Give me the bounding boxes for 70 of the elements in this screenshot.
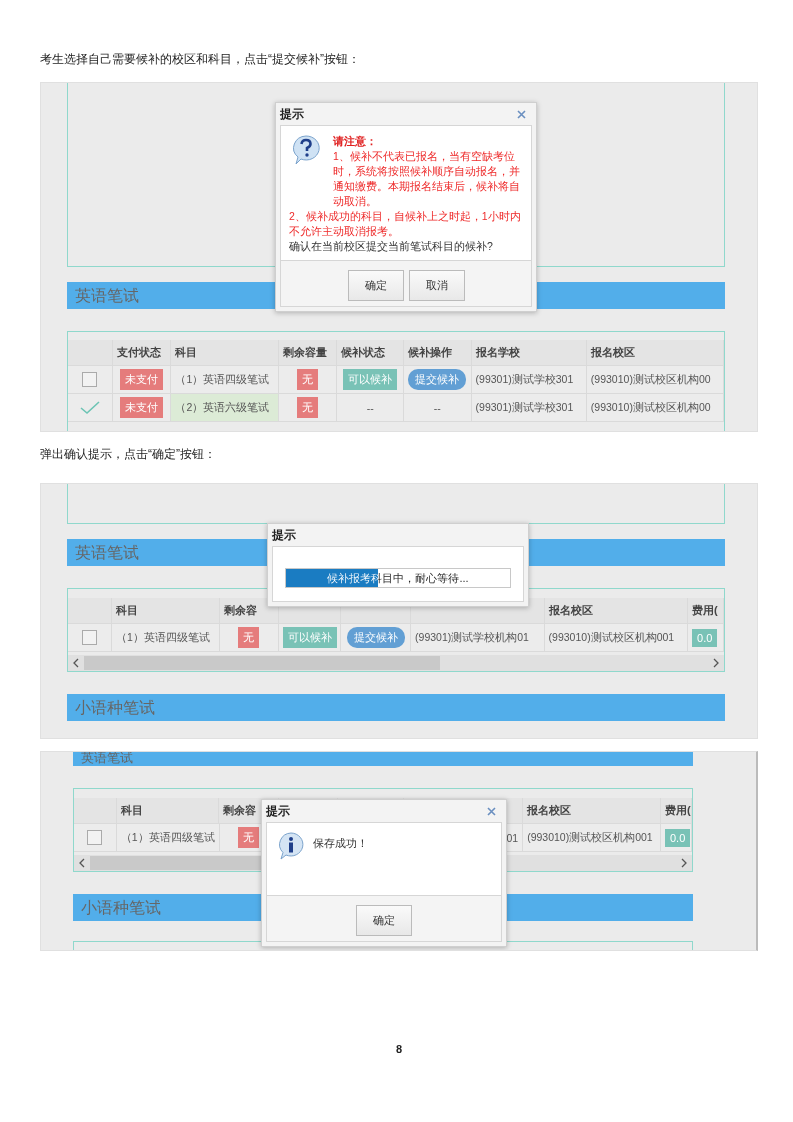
table-cell: (99301)测试学校301 — [475, 400, 574, 415]
column-header: 候补状态 — [341, 345, 386, 360]
status-badge: 无 — [297, 397, 319, 418]
scroll-right-icon[interactable] — [680, 858, 688, 868]
column-header: 候补操作 — [408, 345, 452, 360]
dialog-button[interactable]: 取消 — [408, 270, 465, 301]
column-header: 科目 — [120, 803, 143, 818]
scroll-left-icon[interactable] — [78, 858, 86, 868]
status-badge: 可以候补 — [283, 627, 338, 648]
table-row[interactable]: 未支付 （2）英语六级笔试 无 -- -- (99301)测试学校301 (993010)测试校区机构00 — [68, 394, 724, 422]
notice-text: 1、候补不代表已报名，当有空缺考位时，系统将按照候补顺序自动报名，并通知缴费。本期报名结束后，候补将自动取消。 — [333, 149, 521, 209]
table-row[interactable]: 未支付 （1）英语四级笔试 无 可以候补 提交候补 (99301)测试学校301 (993010)测试校区机构00 — [68, 366, 724, 394]
section-header: 英语笔试 — [73, 752, 693, 766]
status-badge: 无 — [297, 369, 319, 390]
column-header: 报名校区 — [526, 803, 571, 818]
column-header: 剩余容量 — [282, 345, 327, 360]
table-cell: (993010)测试校区机构001 — [527, 830, 653, 845]
column-header: 剩余容 — [223, 603, 257, 618]
table-cell: (993010)测试校区机构001 — [548, 630, 675, 645]
notice-text: 2、候补成功的科目，自候补上之时起，1小时内不允许主动取消报考。 — [289, 209, 522, 239]
status-badge: 无 — [238, 627, 260, 648]
info-icon — [277, 831, 305, 861]
column-header: 科目 — [115, 603, 138, 618]
question-icon — [291, 134, 321, 166]
scroll-right-icon[interactable] — [712, 658, 720, 668]
column-header: 费用( — [692, 603, 718, 618]
column-header: 报名校区 — [548, 603, 593, 618]
status-badge: 未支付 — [120, 397, 164, 418]
table-cell: -- — [433, 401, 441, 414]
confirm-question: 确认在当前校区提交当前笔试科目的候补? — [289, 239, 494, 254]
notice-heading: 请注意： — [333, 134, 378, 149]
column-header: 剩余容 — [223, 803, 257, 818]
table-cell: (99301)测试学校301 — [475, 372, 574, 387]
table-cell: 01 — [506, 831, 519, 844]
table-cell: （2）英语六级笔试 — [175, 400, 270, 415]
table-row[interactable]: （1）英语四级笔试 无 可以候补 提交候补 (99301)测试学校机构01 (993010)测试校区机构001 0.0 — [68, 624, 724, 652]
status-badge: 无 — [238, 827, 260, 848]
table-cell: （1）英语四级笔试 — [115, 630, 210, 645]
checkbox[interactable] — [87, 830, 103, 845]
scroll-left-icon[interactable] — [72, 658, 80, 668]
instruction-text: 弹出确认提示，点击“确定”按钮： — [40, 446, 216, 462]
column-header: 费用( — [665, 803, 691, 818]
table-cell: （1）英语四级笔试 — [120, 830, 215, 845]
dialog-title: 提示 — [280, 105, 304, 123]
fee-badge: 0.0 — [692, 628, 718, 647]
close-icon[interactable] — [517, 109, 526, 119]
table-cell: （1）英语四级笔试 — [175, 372, 270, 387]
status-badge: 未支付 — [120, 369, 164, 390]
table-cell: (993010)测试校区机构00 — [590, 372, 711, 387]
checkbox[interactable] — [81, 630, 97, 645]
horizontal-scrollbar[interactable] — [68, 655, 724, 671]
dialog-title: 提示 — [266, 802, 290, 820]
status-badge: 可以候补 — [343, 369, 398, 390]
dialog-button[interactable]: 确定 — [356, 905, 412, 936]
page-number: 8 — [394, 1043, 404, 1055]
instruction-text: 考生选择自己需要候补的校区和科目，点击“提交候补”按钮： — [40, 51, 360, 67]
checkbox[interactable] — [82, 372, 98, 387]
close-icon[interactable] — [487, 806, 496, 816]
column-header: 支付状态 — [116, 345, 161, 360]
table-cell: (99301)测试学校机构01 — [415, 630, 529, 645]
section-header: 小语种笔试 — [67, 694, 725, 721]
column-header: 科目 — [175, 345, 198, 360]
checkmark-icon[interactable] — [79, 400, 100, 415]
fee-badge: 0.0 — [665, 828, 691, 847]
dialog-button[interactable]: 确定 — [347, 270, 404, 301]
column-header: 报名校区 — [590, 345, 635, 360]
table-cell: (993010)测试校区机构00 — [590, 400, 711, 415]
column-header: 报名学校 — [475, 345, 520, 360]
dialog-message: 保存成功！ — [313, 836, 368, 851]
table-cell: -- — [366, 401, 374, 414]
